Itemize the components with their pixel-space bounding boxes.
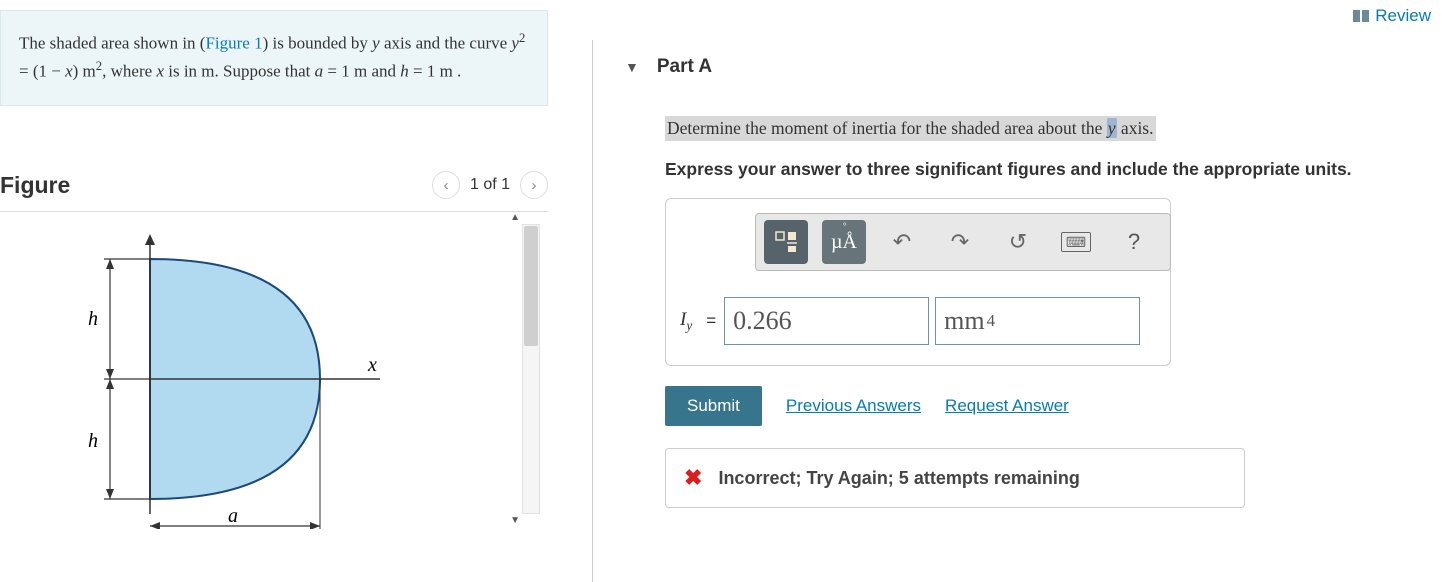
figure-diagram: x h h a xyxy=(50,229,380,529)
feedback-text: Incorrect; Try Again; 5 attempts remaini… xyxy=(718,468,1079,489)
unit-input[interactable]: mm4 xyxy=(935,297,1140,345)
figure-scrollbar[interactable] xyxy=(522,224,540,514)
incorrect-icon: ✖ xyxy=(684,465,702,491)
figure-next-button[interactable]: › xyxy=(520,171,548,199)
figure-title: Figure xyxy=(0,172,70,199)
help-button[interactable]: ? xyxy=(1112,220,1156,264)
pane-divider xyxy=(592,40,593,582)
undo-button[interactable]: ↶ xyxy=(880,220,924,264)
problem-text: The shaded area shown in ( xyxy=(19,34,205,53)
answer-panel: µ°Å ↶ ↷ ↺ ⌨ ? Iy = mm4 xyxy=(665,198,1171,366)
figure-panel: x h h a ▲ ▼ xyxy=(0,211,548,531)
equals-sign: = xyxy=(706,311,716,331)
answer-toolbar: µ°Å ↶ ↷ ↺ ⌨ ? xyxy=(755,213,1171,271)
review-link[interactable]: Review xyxy=(1353,6,1431,25)
dim-h-lower: h xyxy=(88,430,98,452)
figure-count: 1 of 1 xyxy=(470,176,510,194)
units-tool-button[interactable]: µ°Å xyxy=(822,220,866,264)
scroll-up-icon[interactable]: ▲ xyxy=(510,212,520,223)
value-input[interactable] xyxy=(724,297,929,345)
figure-prev-button[interactable]: ‹ xyxy=(432,171,460,199)
part-header[interactable]: ▼ Part A xyxy=(625,56,1435,78)
previous-answers-link[interactable]: Previous Answers xyxy=(786,396,921,416)
scroll-down-icon[interactable]: ▼ xyxy=(510,515,520,526)
part-title: Part A xyxy=(657,56,712,78)
axis-label-x: x xyxy=(367,354,377,376)
dim-h-upper: h xyxy=(88,308,98,330)
answer-symbol: Iy xyxy=(680,309,692,334)
feedback-box: ✖ Incorrect; Try Again; 5 attempts remai… xyxy=(665,448,1245,508)
dim-a: a xyxy=(228,505,238,527)
book-icon xyxy=(1353,9,1371,23)
problem-statement: The shaded area shown in (Figure 1) is b… xyxy=(0,10,548,106)
submit-button[interactable]: Submit xyxy=(665,386,762,426)
collapse-icon: ▼ xyxy=(625,59,639,75)
fraction-tool-button[interactable] xyxy=(764,220,808,264)
figure-link[interactable]: Figure 1 xyxy=(205,34,262,53)
request-answer-link[interactable]: Request Answer xyxy=(945,396,1069,416)
figure-nav: ‹ 1 of 1 › xyxy=(432,171,548,199)
redo-button[interactable]: ↷ xyxy=(938,220,982,264)
reset-button[interactable]: ↺ xyxy=(996,220,1040,264)
scrollbar-thumb[interactable] xyxy=(524,226,538,346)
question-text: Determine the moment of inertia for the … xyxy=(665,116,1156,141)
instruction-text: Express your answer to three significant… xyxy=(665,159,1435,180)
keyboard-button[interactable]: ⌨ xyxy=(1054,220,1098,264)
